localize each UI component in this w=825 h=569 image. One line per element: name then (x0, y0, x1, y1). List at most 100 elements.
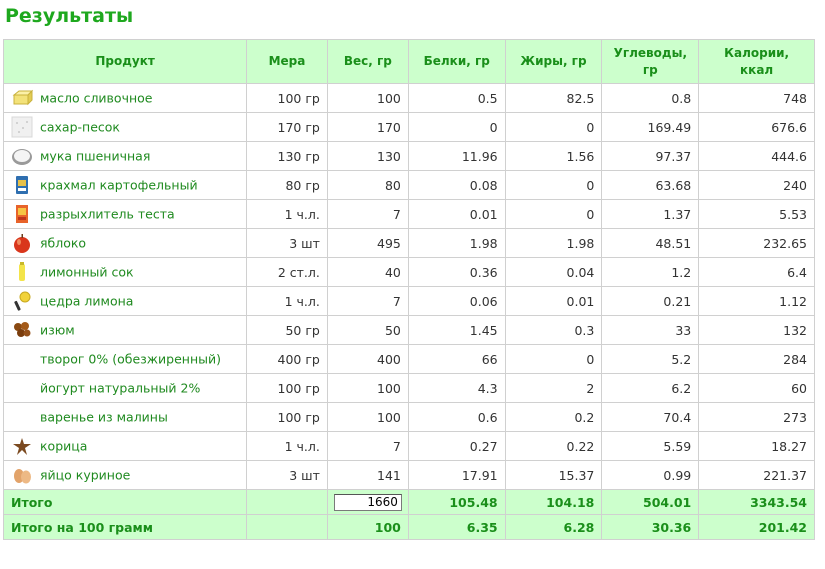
carbs-cell: 1.2 (601, 257, 700, 287)
carbs-cell: 6.2 (601, 373, 700, 403)
kcal-cell: 240 (698, 170, 815, 200)
table-row: цедра лимона 1 ч.л. 7 0.06 0.01 0.21 1.12 (2, 286, 815, 316)
fat-cell: 1.56 (504, 141, 603, 171)
fat-cell: 0 (504, 112, 603, 142)
table-row: корица 1 ч.л. 7 0.27 0.22 5.59 18.27 (2, 431, 815, 461)
total-carbs: 504.01 (601, 489, 700, 515)
kcal-cell: 221.37 (698, 460, 815, 490)
carbs-cell: 70.4 (601, 402, 700, 432)
carbs-cell: 0.21 (601, 286, 700, 316)
carbs-cell: 5.59 (601, 431, 700, 461)
measure-cell: 100 гр (246, 402, 328, 432)
measure-cell: 80 гр (246, 170, 328, 200)
product-cell: мука пшеничная (2, 141, 248, 171)
fat-cell: 0.04 (504, 257, 603, 287)
weight-cell: 50 (326, 315, 409, 345)
product-cell: крахмал картофельный (2, 170, 248, 200)
product-cell: йогурт натуральный 2% (2, 373, 248, 403)
kcal-cell: 284 (698, 344, 815, 374)
protein-cell: 0.5 (407, 83, 506, 113)
product-name-link[interactable]: йогурт натуральный 2% (40, 381, 200, 396)
carbs-cell: 169.49 (601, 112, 700, 142)
measure-cell: 100 гр (246, 373, 328, 403)
table-row: лимонный сок 2 ст.л. 40 0.36 0.04 1.2 6.4 (2, 257, 815, 287)
table-row: сахар-песок 170 гр 170 0 0 169.49 676.6 (2, 112, 815, 142)
protein-cell: 1.45 (407, 315, 506, 345)
protein-cell: 66 (407, 344, 506, 374)
product-name-link[interactable]: яблоко (40, 236, 86, 251)
starch-icon (11, 174, 33, 196)
product-name-link[interactable]: крахмал картофельный (40, 178, 198, 193)
product-name-link[interactable]: варенье из малины (40, 410, 168, 425)
product-name-link[interactable]: творог 0% (обезжиренный) (40, 352, 221, 367)
header-fat: Жиры, гр (504, 39, 603, 84)
carbs-cell: 33 (601, 315, 700, 345)
product-cell: яйцо куриное (2, 460, 248, 490)
product-cell: творог 0% (обезжиренный) (2, 344, 248, 374)
weight-cell: 100 (326, 402, 409, 432)
product-name-link[interactable]: лимонный сок (40, 265, 134, 280)
measure-cell: 130 гр (246, 141, 328, 171)
measure-cell: 2 ст.л. (246, 257, 328, 287)
carbs-cell: 0.8 (601, 83, 700, 113)
zester-icon (11, 290, 33, 312)
carbs-cell: 0.99 (601, 460, 700, 490)
measure-cell: 50 гр (246, 315, 328, 345)
baking-powder-icon (11, 203, 33, 225)
product-name-link[interactable]: сахар-песок (40, 120, 120, 135)
product-name-link[interactable]: мука пшеничная (40, 149, 150, 164)
product-cell: масло сливочное (2, 83, 248, 113)
product-cell: сахар-песок (2, 112, 248, 142)
weight-cell: 80 (326, 170, 409, 200)
total-weight-input[interactable] (333, 493, 402, 511)
weight-cell: 100 (326, 373, 409, 403)
carbs-cell: 63.68 (601, 170, 700, 200)
fat-cell: 15.37 (504, 460, 603, 490)
results-table: Продукт Мера Вес, гр Белки, гр Жиры, гр … (2, 39, 815, 540)
per100-weight: 100 (326, 514, 409, 540)
table-row: масло сливочное 100 гр 100 0.5 82.5 0.8 748 (2, 83, 815, 113)
product-cell: изюм (2, 315, 248, 345)
fat-cell: 1.98 (504, 228, 603, 258)
kcal-cell: 6.4 (698, 257, 815, 287)
per100-row: Итого на 100 грамм 100 6.35 6.28 30.36 2… (2, 514, 815, 540)
header-carbs-line2: гр (642, 62, 658, 77)
fat-cell: 0.3 (504, 315, 603, 345)
protein-cell: 0.27 (407, 431, 506, 461)
page-title: Результаты (5, 5, 134, 27)
header-kcal: Калории, ккал (698, 39, 815, 84)
product-cell: лимонный сок (2, 257, 248, 287)
product-name-link[interactable]: цедра лимона (40, 294, 133, 309)
fat-cell: 0.01 (504, 286, 603, 316)
total-kcal: 3343.54 (698, 489, 815, 515)
header-carbs: Углеводы, гр (601, 39, 700, 84)
carbs-cell: 5.2 (601, 344, 700, 374)
table-row: йогурт натуральный 2% 100 гр 100 4.3 2 6.2 60 (2, 373, 815, 403)
total-label: Итого (2, 489, 248, 515)
protein-cell: 0.01 (407, 199, 506, 229)
kcal-cell: 132 (698, 315, 815, 345)
product-name-link[interactable]: корица (40, 439, 87, 454)
fat-cell: 0.22 (504, 431, 603, 461)
protein-cell: 4.3 (407, 373, 506, 403)
butter-icon (11, 87, 33, 109)
table-row: разрыхлитель теста 1 ч.л. 7 0.01 0 1.37 5.53 (2, 199, 815, 229)
header-protein: Белки, гр (407, 39, 506, 84)
weight-cell: 7 (326, 286, 409, 316)
measure-cell: 3 шт (246, 460, 328, 490)
weight-cell: 141 (326, 460, 409, 490)
protein-cell: 1.98 (407, 228, 506, 258)
total-row: Итого 105.48 104.18 504.01 3343.54 (2, 489, 815, 515)
per100-fat: 6.28 (504, 514, 603, 540)
product-name-link[interactable]: яйцо куриное (40, 468, 130, 483)
weight-cell: 130 (326, 141, 409, 171)
product-name-link[interactable]: изюм (40, 323, 75, 338)
carbs-cell: 97.37 (601, 141, 700, 171)
weight-cell: 7 (326, 431, 409, 461)
header-kcal-line1: Калории, (724, 45, 790, 60)
product-name-link[interactable]: разрыхлитель теста (40, 207, 175, 222)
header-kcal-line2: ккал (740, 62, 774, 77)
product-name-link[interactable]: масло сливочное (40, 91, 152, 106)
protein-cell: 0.36 (407, 257, 506, 287)
fat-cell: 0 (504, 344, 603, 374)
